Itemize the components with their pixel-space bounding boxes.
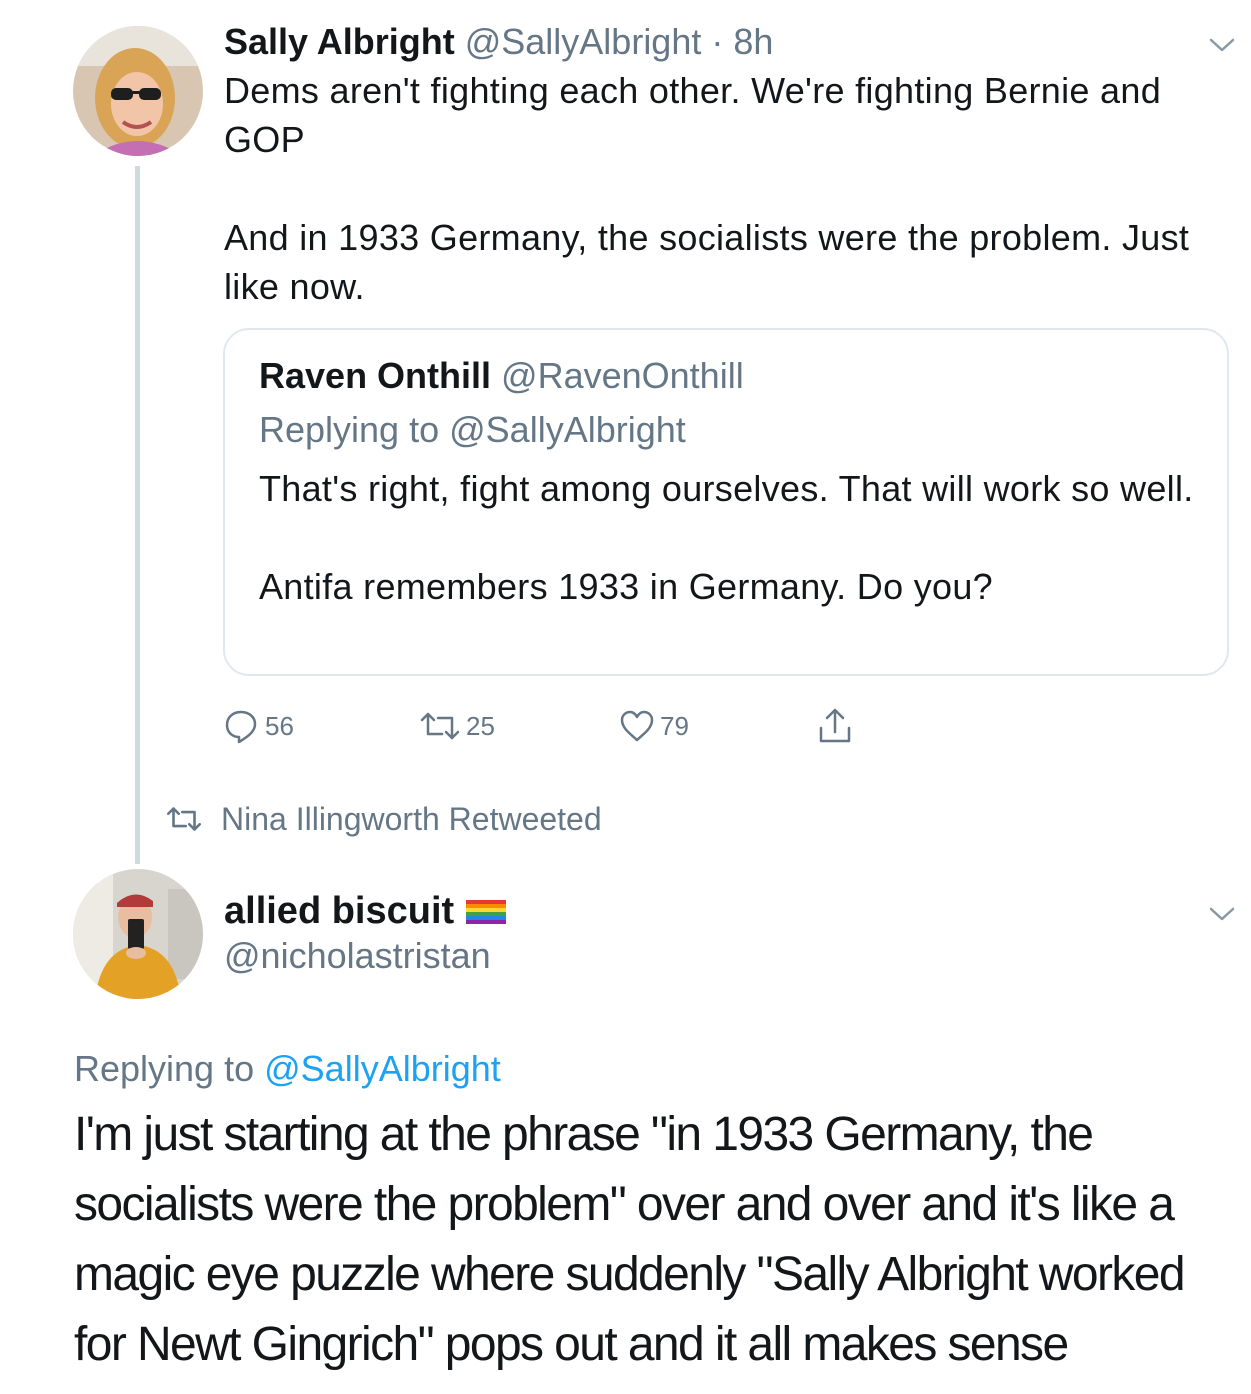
reply-icon [225,710,257,744]
tweet-text: I'm just starting at the phrase "in 1933… [74,1108,1186,1371]
timestamp[interactable]: 8h [733,21,773,62]
replying-to: Replying to @SallyAlbright [74,1044,501,1094]
quoted-tweet-card[interactable]: Raven Onthill @RavenOnthill Replying to … [223,328,1229,676]
share-icon [819,708,851,743]
like-count: 79 [660,710,689,741]
tweet-action-bar: 56 25 79 [0,706,1251,746]
chevron-down-icon[interactable] [1207,35,1237,55]
separator-dot: · [711,21,724,62]
avatar-image [73,26,203,156]
replying-prefix: Replying to [74,1048,255,1089]
chevron-down-icon[interactable] [1207,904,1237,924]
quoted-tweet-text: That's right, fight among ourselves. Tha… [259,464,1199,611]
quoted-user-handle: @RavenOnthill [501,355,744,396]
display-name[interactable]: allied biscuit [224,886,507,936]
quoted-tweet-header: Raven Onthill @RavenOnthill [259,352,744,400]
quoted-replying-to: Replying to @SallyAlbright [259,406,686,454]
tweet-header: Sally Albright @SallyAlbright · 8h [224,18,773,66]
retweet-icon [420,712,460,740]
thread-connector-line [135,166,140,864]
rainbow-flag-icon [466,899,507,924]
retweet-count: 25 [466,710,495,741]
timeline: Sally Albright @SallyAlbright · 8h Dems … [0,0,1251,1394]
replying-handle: @SallyAlbright [449,409,686,450]
quoted-text-line: Antifa remembers 1933 in Germany. Do you… [259,566,993,607]
retweet-context[interactable]: Nina Illingworth Retweeted [165,796,602,842]
retweet-context-text: Nina Illingworth Retweeted [221,800,602,837]
tweet-text: Dems aren't fighting each other. We're f… [224,66,1234,311]
quoted-display-name: Raven Onthill [259,355,492,396]
retweet-button[interactable]: 25 [420,706,495,746]
share-button[interactable] [818,706,852,746]
reply-button[interactable]: 56 [223,706,294,746]
replying-handle-link[interactable]: @SallyAlbright [264,1048,501,1089]
user-handle[interactable]: @SallyAlbright [465,21,702,62]
avatar-image [73,869,203,999]
display-name-text: allied biscuit [224,890,455,932]
reply-count: 56 [265,710,294,741]
like-icon [620,710,654,742]
retweet-icon [166,807,202,831]
replying-prefix: Replying to [259,409,440,450]
tweet-text-line: And in 1933 Germany, the socialists were… [224,217,1190,307]
display-name[interactable]: Sally Albright [224,21,455,62]
tweet-text-line: Dems aren't fighting each other. We're f… [224,70,1162,160]
user-handle[interactable]: @nicholastristan [224,932,491,980]
like-button[interactable]: 79 [620,706,689,746]
avatar-allied-biscuit[interactable] [73,869,203,999]
avatar-sally-albright[interactable] [73,26,203,156]
quoted-text-line: That's right, fight among ourselves. Tha… [259,468,1194,509]
